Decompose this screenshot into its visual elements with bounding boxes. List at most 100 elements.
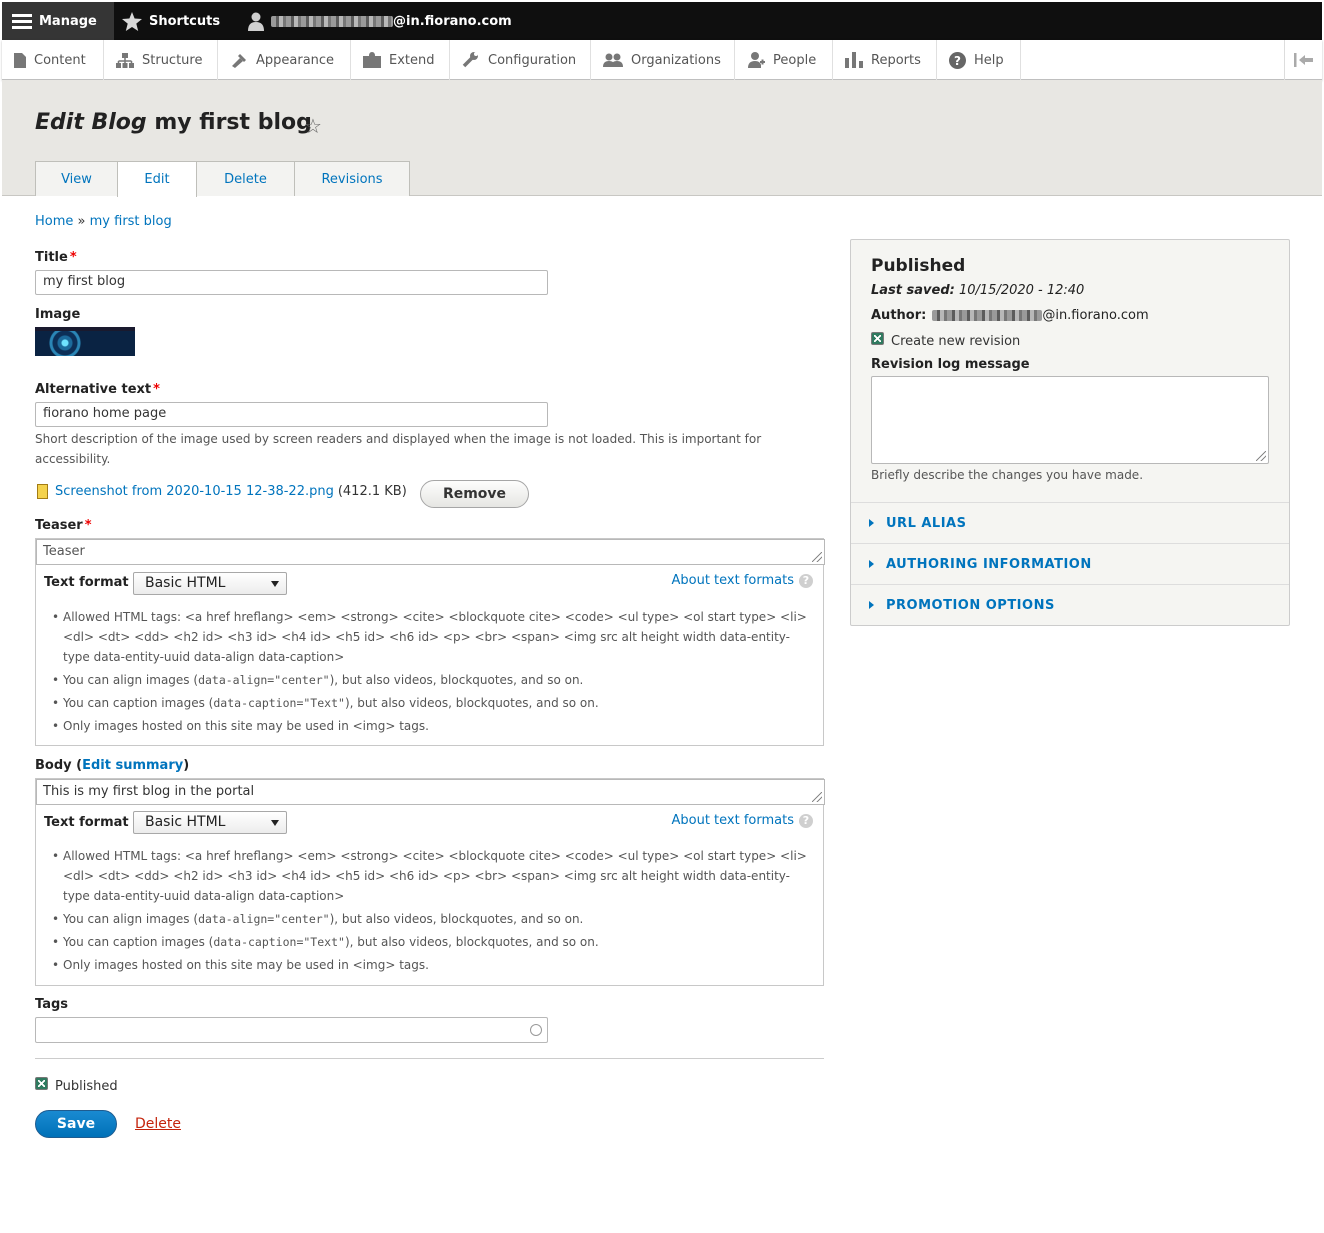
tags-autocomplete-input[interactable] [35, 1017, 548, 1043]
menu-appearance-label: Appearance [256, 52, 335, 68]
menu-configuration[interactable]: Configuration [450, 40, 591, 80]
teaser-textarea[interactable]: Teaser [36, 539, 825, 565]
caret-right-icon [869, 560, 874, 568]
page-title-type: Edit Blog [35, 110, 147, 135]
manage-button[interactable]: Manage [2, 2, 114, 40]
paintbrush-icon [232, 54, 246, 68]
file-link[interactable]: Screenshot from 2020-10-15 12-38-22.png [55, 484, 334, 499]
revision-log-label: Revision log message [871, 357, 1030, 372]
redacted-username [271, 15, 393, 27]
authoring-information-section[interactable]: AUTHORING INFORMATION [851, 543, 1289, 584]
user-account-button[interactable]: @in.fiorano.com [248, 2, 512, 40]
teaser-label-text: Teaser [35, 518, 83, 533]
alt-text-input[interactable]: fiorano home page [35, 402, 548, 427]
required-marker: * [153, 382, 160, 397]
last-saved-value: 10/15/2020 - 12:40 [958, 283, 1085, 298]
tip-align-post: ), but also videos, blockquotes, and so … [329, 912, 584, 926]
menu-configuration-label: Configuration [488, 52, 577, 68]
required-marker: * [69, 250, 77, 265]
breadcrumb-current[interactable]: my first blog [90, 214, 172, 229]
resize-grip-icon[interactable] [1256, 451, 1266, 461]
menu-organizations[interactable]: Organizations [591, 40, 735, 80]
breadcrumb-home[interactable]: Home [35, 214, 73, 229]
menu-help[interactable]: ? Help [937, 40, 1021, 80]
admin-menu-tray: Content Structure Appearance Extend Conf… [2, 40, 1322, 80]
shortcuts-button[interactable]: Shortcuts [122, 2, 220, 40]
help-icon: ? [949, 51, 966, 69]
last-saved-label: Last saved: [871, 283, 955, 298]
promotion-options-section[interactable]: PROMOTION OPTIONS [851, 584, 1289, 625]
tip-caption-code: data-caption="Text" [213, 696, 345, 710]
puzzle-icon [363, 52, 381, 68]
image-thumbnail[interactable] [35, 327, 135, 356]
menu-content[interactable]: Content [2, 40, 104, 80]
create-revision-checkbox[interactable] [871, 332, 884, 345]
authoring-information-label: AUTHORING INFORMATION [886, 556, 1092, 572]
file-row: Screenshot from 2020-10-15 12-38-22.png … [37, 484, 407, 499]
url-alias-section[interactable]: URL ALIAS [851, 502, 1289, 543]
body-value: This is my first blog in the portal [43, 784, 255, 799]
resize-grip-icon[interactable] [812, 552, 822, 562]
page-header: Edit Blog my first blog ☆ View Edit Dele… [2, 80, 1322, 197]
page-title: Edit Blog my first blog [35, 110, 312, 135]
published-checkbox[interactable] [35, 1077, 48, 1090]
edit-summary-link[interactable]: Edit summary [82, 758, 183, 773]
body-format-tips: Allowed HTML tags: <a href hreflang> <em… [50, 846, 810, 978]
remove-button[interactable]: Remove [420, 480, 529, 508]
menu-reports[interactable]: Reports [833, 40, 937, 80]
save-button[interactable]: Save [35, 1110, 117, 1138]
shortcut-star-icon[interactable]: ☆ [304, 114, 322, 138]
tip-caption-pre: You can caption images ( [63, 696, 214, 710]
body-text-format-value: Basic HTML [145, 814, 226, 830]
tip-align-pre: You can align images ( [63, 912, 199, 926]
primary-tabs: View Edit Delete Revisions [35, 161, 410, 197]
teaser-text-format-value: Basic HTML [145, 575, 226, 591]
tab-revisions[interactable]: Revisions [294, 161, 410, 196]
file-image-icon [37, 484, 48, 499]
tip-align-code: data-align="center" [198, 912, 330, 926]
tip-caption-post: ), but also videos, blockquotes, and so … [344, 935, 599, 949]
body-textarea[interactable]: This is my first blog in the portal [36, 779, 825, 805]
chevron-down-icon [271, 581, 279, 587]
author-domain: @in.fiorano.com [1042, 308, 1149, 323]
image-thumbnail-header [35, 327, 135, 331]
menu-people[interactable]: People [735, 40, 833, 80]
tip-caption-code: data-caption="Text" [213, 935, 345, 949]
menu-organizations-label: Organizations [631, 52, 721, 68]
teaser-text-format-select[interactable]: Basic HTML [133, 572, 287, 595]
tip-align: You can align images (data-align="center… [50, 670, 810, 690]
file-size: (412.1 KB) [337, 484, 407, 499]
tip-hosted-images: Only images hosted on this site may be u… [50, 955, 810, 975]
hamburger-icon [12, 14, 32, 29]
menu-structure[interactable]: Structure [104, 40, 218, 80]
title-input[interactable]: my first blog [35, 270, 548, 295]
document-icon [14, 52, 26, 68]
status-heading: Published [871, 256, 966, 276]
revision-log-textarea[interactable] [871, 376, 1269, 464]
collapse-tray-button[interactable] [1284, 40, 1322, 80]
tab-edit[interactable]: Edit [117, 161, 197, 197]
collapse-left-icon [1293, 53, 1313, 67]
menu-extend[interactable]: Extend [351, 40, 450, 80]
meta-sidebar: Published Last saved: 10/15/2020 - 12:40… [850, 239, 1290, 626]
tab-view[interactable]: View [35, 161, 118, 196]
tab-delete[interactable]: Delete [196, 161, 295, 196]
star-icon [122, 11, 142, 31]
body-text-format-select[interactable]: Basic HTML [133, 811, 287, 834]
teaser-about-formats-link[interactable]: About text formats ? [671, 573, 813, 588]
body-about-formats-link[interactable]: About text formats ? [671, 813, 813, 828]
tip-caption-post: ), but also videos, blockquotes, and so … [344, 696, 599, 710]
menu-appearance[interactable]: Appearance [218, 40, 351, 80]
user-domain: @in.fiorano.com [393, 13, 512, 29]
page-title-node: my first blog [154, 110, 312, 135]
teaser-format-box: Teaser Text format Basic HTML About text… [35, 538, 825, 746]
resize-grip-icon[interactable] [812, 792, 822, 802]
body-text-format-label: Text format [44, 815, 129, 830]
bar-chart-icon [845, 52, 863, 68]
tip-caption: You can caption images (data-caption="Te… [50, 932, 810, 952]
menu-help-label: Help [974, 52, 1004, 68]
body-format-box: This is my first blog in the portal Text… [35, 778, 825, 986]
menu-reports-label: Reports [871, 52, 921, 68]
title-label: Title * [35, 250, 77, 265]
delete-link[interactable]: Delete [135, 1116, 181, 1132]
